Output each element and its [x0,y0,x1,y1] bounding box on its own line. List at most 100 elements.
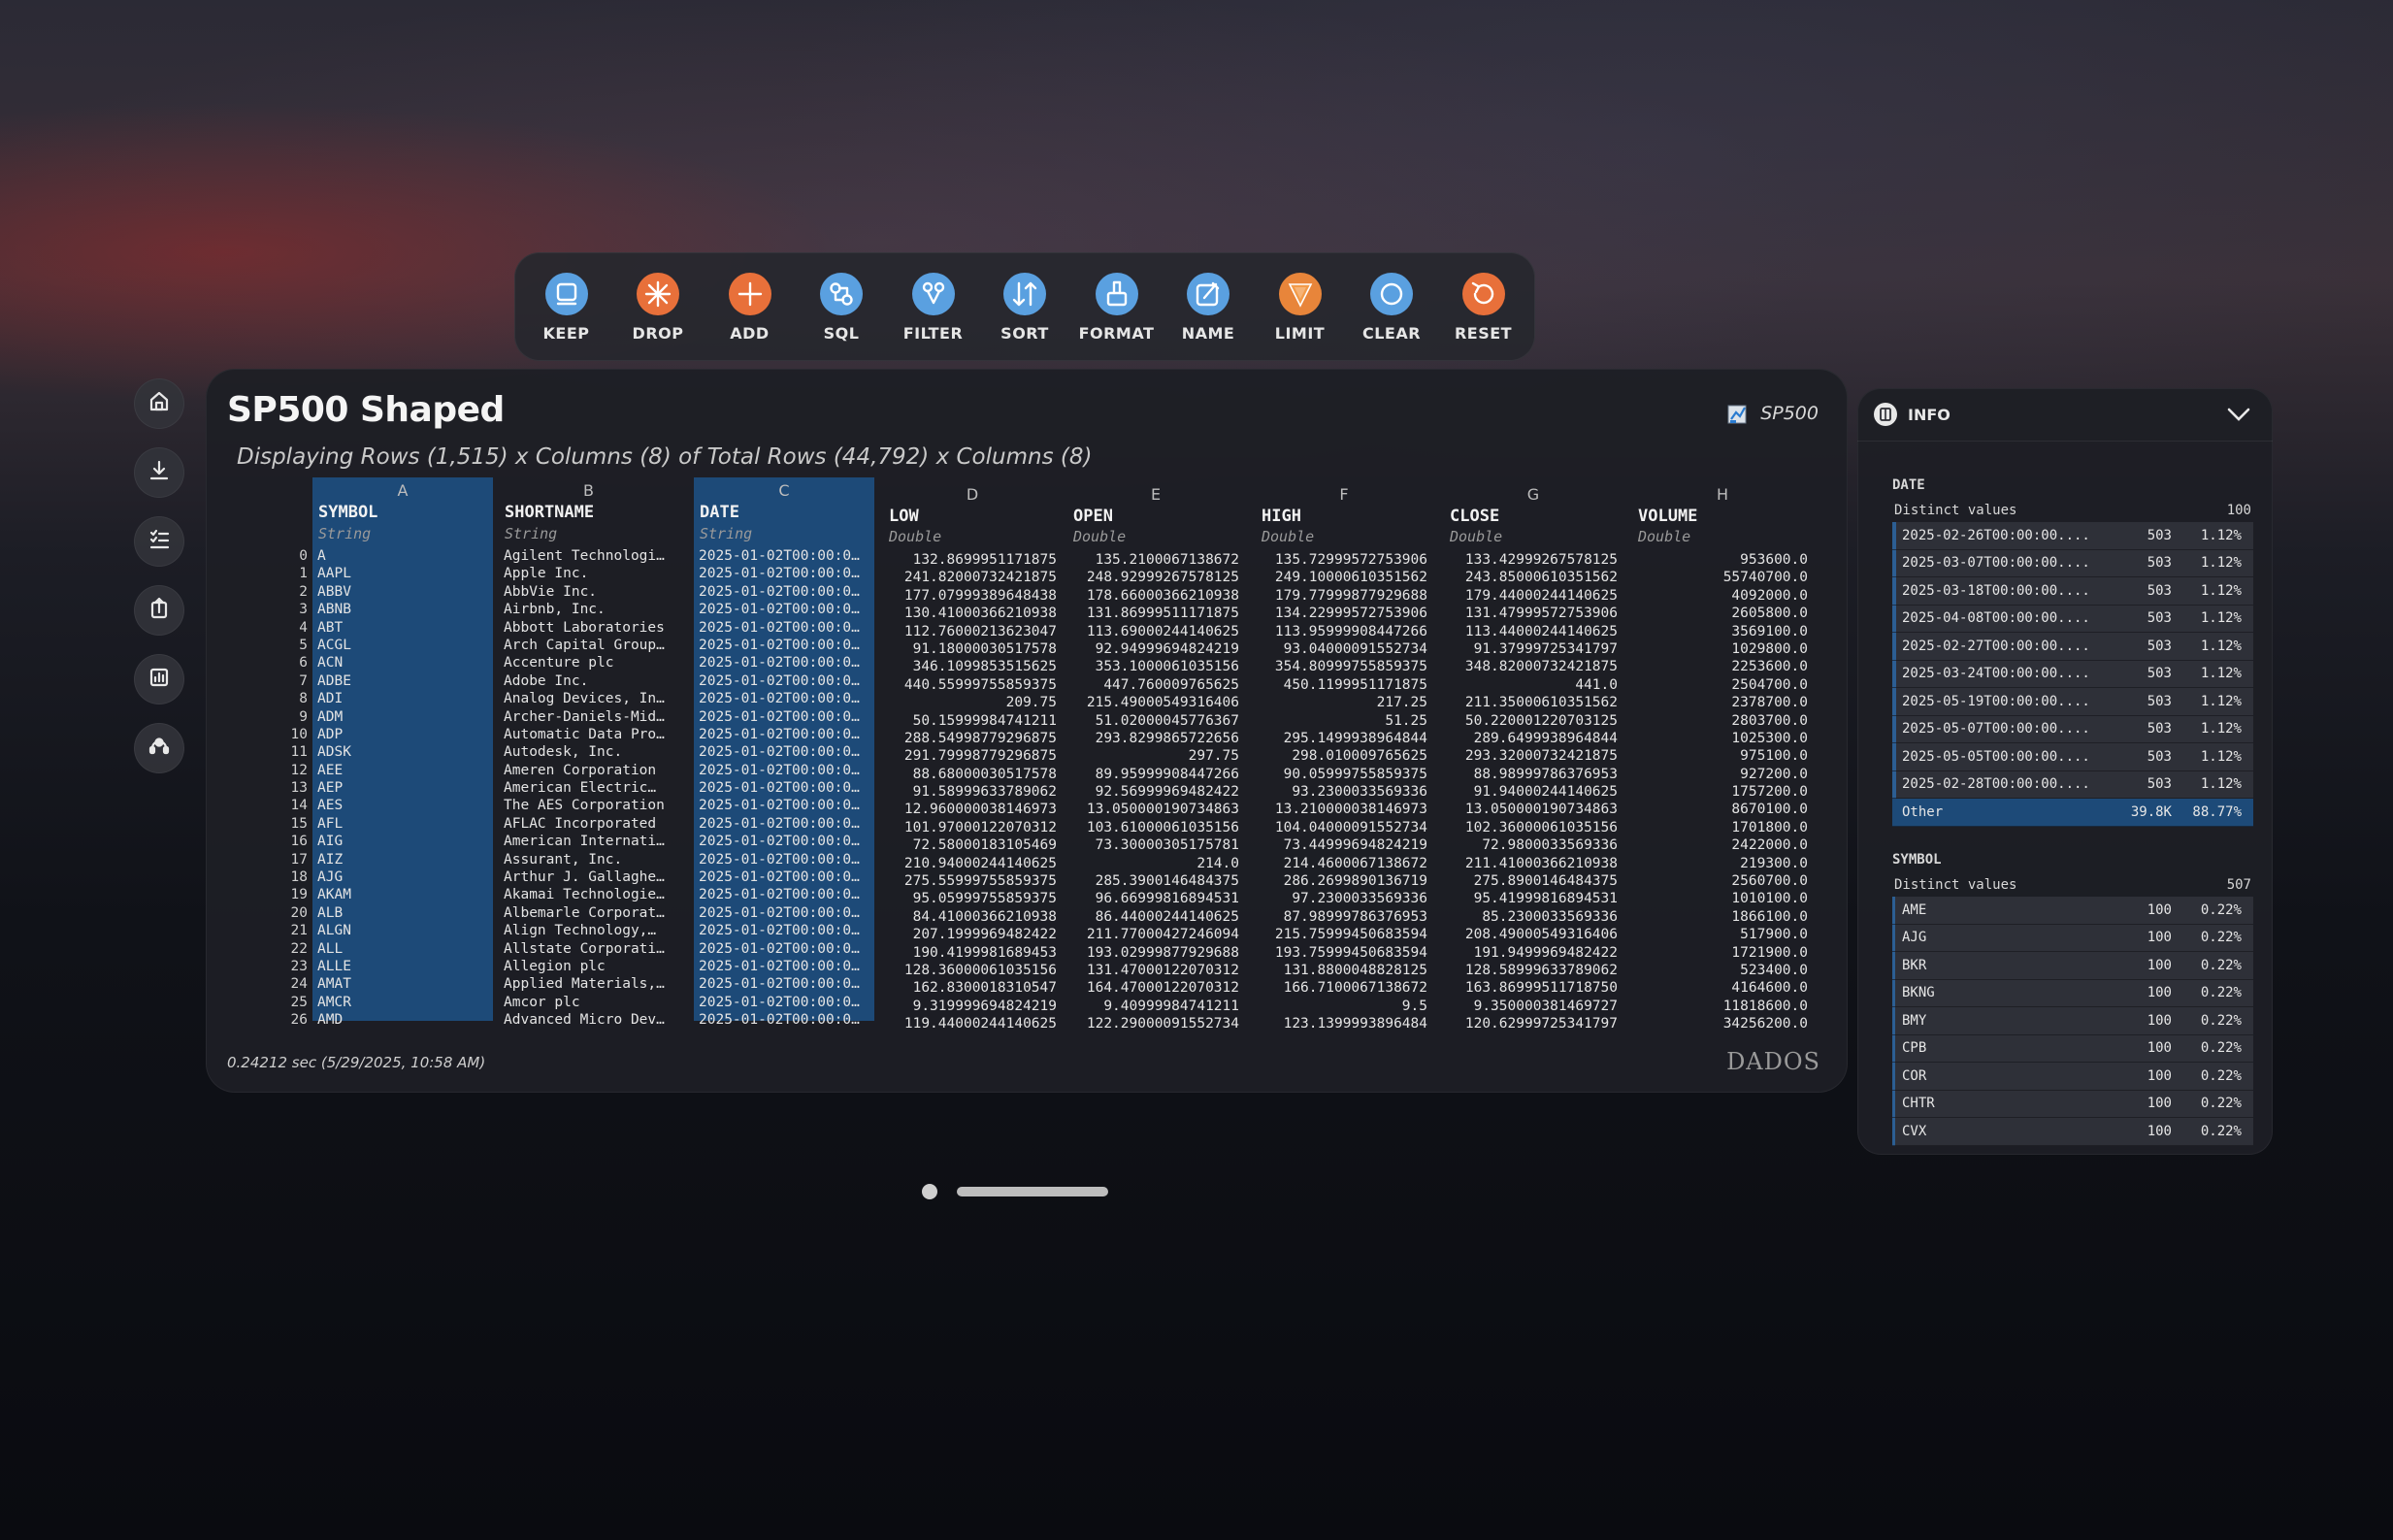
table-cell[interactable]: 2025-01-02T00:00:0… [694,708,874,726]
column-header[interactable]: SHORTNAME [505,503,594,522]
column-header[interactable]: DATE [700,503,739,522]
table-cell[interactable]: Albemarle Corporat… [499,904,678,922]
table-cell[interactable]: 1866100.0 [1632,908,1813,926]
table-cell[interactable]: 295.1499938964844 [1256,730,1432,747]
table-cell[interactable]: 72.9800033569336 [1444,836,1623,854]
table-cell[interactable]: 86.44000244140625 [1067,908,1244,926]
table-cell[interactable]: 517900.0 [1632,926,1813,943]
table-cell[interactable]: ALB [312,904,493,922]
table-cell[interactable]: Akamai Technologie… [499,886,678,903]
table-cell[interactable]: 2025-01-02T00:00:0… [694,975,874,993]
column-open[interactable]: E OPEN Double 135.2100067138672 248.92999267… [1067,477,1244,1032]
table-cell[interactable]: 50.220001220703125 [1444,712,1623,730]
table-cell[interactable]: ADSK [312,743,493,761]
value-frequency-row[interactable]: COR 100 0.22% [1892,1063,2253,1091]
table-cell[interactable]: AAPL [312,565,493,582]
table-cell[interactable]: 293.32000732421875 [1444,747,1623,765]
table-cell[interactable]: American Electric… [499,779,678,797]
table-cell[interactable]: AFLAC Incorporated [499,815,678,833]
table-cell[interactable]: 103.61000061035156 [1067,819,1244,836]
table-cell[interactable]: 131.86999511171875 [1067,605,1244,622]
table-cell[interactable]: 178.66000366210938 [1067,587,1244,605]
table-cell[interactable]: AIZ [312,851,493,868]
table-cell[interactable]: 96.66999816894531 [1067,890,1244,907]
table-cell[interactable]: 354.80999755859375 [1256,658,1432,675]
table-cell[interactable]: 131.47000122070312 [1067,962,1244,979]
table-cell[interactable]: ADI [312,690,493,707]
table-cell[interactable]: 166.7100067138672 [1256,979,1432,997]
limit-button[interactable]: LIMIT [1261,272,1340,343]
table-cell[interactable]: 2025-01-02T00:00:0… [694,833,874,850]
table-cell[interactable]: 241.82000732421875 [883,569,1062,586]
table-cell[interactable]: 297.75 [1067,747,1244,765]
table-cell[interactable]: ACN [312,654,493,672]
table-cell[interactable]: 101.97000122070312 [883,819,1062,836]
table-cell[interactable]: 1701800.0 [1632,819,1813,836]
table-cell[interactable]: 249.10000610351562 [1256,569,1432,586]
value-frequency-row[interactable]: 2025-02-26T00:00:00.... 503 1.12% [1892,522,2253,550]
column-header[interactable]: SYMBOL [318,503,377,522]
table-cell[interactable]: 93.04000091552734 [1256,640,1432,658]
table-cell[interactable]: ADBE [312,672,493,690]
table-cell[interactable]: 2025-01-02T00:00:0… [694,601,874,618]
table-cell[interactable]: 348.82000732421875 [1444,658,1623,675]
table-cell[interactable]: 2025-01-02T00:00:0… [694,886,874,903]
table-cell[interactable]: AEE [312,762,493,779]
table-cell[interactable]: 291.79998779296875 [883,747,1062,765]
table-cell[interactable]: Airbnb, Inc. [499,601,678,618]
table-cell[interactable]: 2025-01-02T00:00:0… [694,726,874,743]
table-cell[interactable]: AES [312,797,493,814]
table-cell[interactable]: 440.55999755859375 [883,676,1062,694]
table-cell[interactable]: 90.05999755859375 [1256,766,1432,783]
table-cell[interactable]: 275.55999755859375 [883,872,1062,890]
table-cell[interactable]: 131.8800048828125 [1256,962,1432,979]
table-cell[interactable]: 104.04000091552734 [1256,819,1432,836]
table-cell[interactable]: 9.5 [1256,998,1432,1015]
table-cell[interactable]: 50.15999984741211 [883,712,1062,730]
table-cell[interactable]: 2025-01-02T00:00:0… [694,619,874,637]
table-cell[interactable]: Adobe Inc. [499,672,678,690]
table-cell[interactable]: 97.2300033569336 [1256,890,1432,907]
table-cell[interactable]: 2025-01-02T00:00:0… [694,743,874,761]
table-cell[interactable]: 4164600.0 [1632,979,1813,997]
table-cell[interactable]: 215.75999450683594 [1256,926,1432,943]
table-cell[interactable]: 113.69000244140625 [1067,623,1244,640]
table-cell[interactable]: 2560700.0 [1632,872,1813,890]
table-cell[interactable]: 2025-01-02T00:00:0… [694,904,874,922]
table-cell[interactable]: 84.41000366210938 [883,908,1062,926]
table-cell[interactable]: 1721900.0 [1632,944,1813,962]
value-frequency-row[interactable]: BMY 100 0.22% [1892,1007,2253,1035]
table-cell[interactable]: 523400.0 [1632,962,1813,979]
table-cell[interactable]: ADP [312,726,493,743]
table-cell[interactable]: 95.41999816894531 [1444,890,1623,907]
table-cell[interactable]: 2025-01-02T00:00:0… [694,690,874,707]
reset-button[interactable]: RESET [1444,272,1524,343]
table-cell[interactable]: 123.1399993896484 [1256,1015,1432,1032]
table-cell[interactable]: 214.4600067138672 [1256,855,1432,872]
table-cell[interactable]: Analog Devices, In… [499,690,678,707]
table-cell[interactable]: Agilent Technologi… [499,547,678,565]
table-cell[interactable]: 953600.0 [1632,551,1813,569]
table-cell[interactable]: 135.2100067138672 [1067,551,1244,569]
info-header[interactable]: INFO [1857,388,2273,442]
table-cell[interactable]: 92.94999694824219 [1067,640,1244,658]
table-cell[interactable]: 85.2300033569336 [1444,908,1623,926]
table-cell[interactable]: 179.77999877929688 [1256,587,1432,605]
table-cell[interactable]: 193.75999450683594 [1256,944,1432,962]
table-cell[interactable]: 112.76000213623047 [883,623,1062,640]
table-cell[interactable]: 91.94000244140625 [1444,783,1623,801]
sql-button[interactable]: SQL [802,272,881,343]
table-cell[interactable]: 1029800.0 [1632,640,1813,658]
table-cell[interactable]: American Internati… [499,833,678,850]
chart-nav-button[interactable] [134,654,184,704]
column-close[interactable]: G CLOSE Double 133.42999267578125 243.850006… [1444,477,1623,1032]
table-cell[interactable]: 208.49000549316406 [1444,926,1623,943]
table-cell[interactable]: AKAM [312,886,493,903]
value-frequency-row[interactable]: CVX 100 0.22% [1892,1118,2253,1146]
table-cell[interactable]: 975100.0 [1632,747,1813,765]
table-cell[interactable]: ALGN [312,922,493,939]
table-cell[interactable]: 8670100.0 [1632,801,1813,818]
table-cell[interactable]: AFL [312,815,493,833]
filter-button[interactable]: FILTER [894,272,973,343]
table-cell[interactable]: ABT [312,619,493,637]
